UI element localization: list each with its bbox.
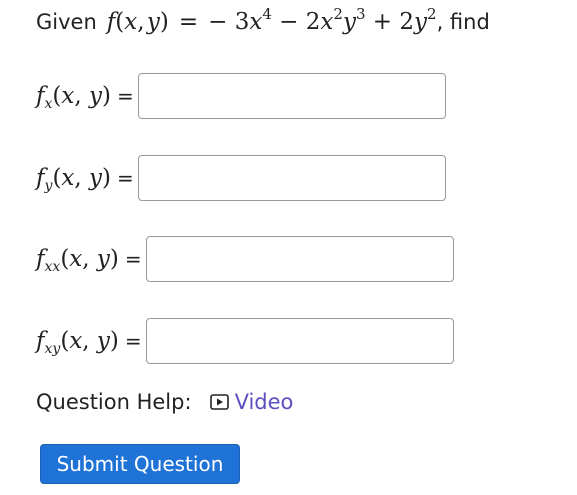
function-expression: − 3x4 − 2x2y3 + 2y2 [208,5,437,35]
answer-row-fxy: fxy(x, y) = [36,317,454,365]
function-lhs: f(x, y) [106,9,169,35]
equals-sign: = [124,247,142,271]
label-fxy: fxy(x, y) [36,328,119,357]
equals-sign: = [124,329,142,353]
video-link-label: Video [234,390,294,414]
question-help-label: Question Help: [36,390,192,414]
fy-answer-input[interactable] [137,155,446,201]
equals-sign: = [117,166,134,190]
answer-row-fx: fx(x, y) = [36,72,446,120]
answer-row-fy: fy(x, y) = [36,154,446,202]
answer-row-fxx: fxx(x, y) = [36,235,454,283]
label-fxx: fxx(x, y) [36,246,119,275]
label-fx: fx(x, y) [36,83,111,112]
problem-statement: Given f(x, y) = − 3x4 − 2x2y3 + 2y2 , fi… [36,4,490,40]
function-equals: = [178,9,199,35]
video-help-link[interactable]: Video [209,390,294,414]
fx-answer-input[interactable] [137,73,446,119]
submit-question-button[interactable]: Submit Question [40,444,240,484]
fxy-answer-input[interactable] [145,318,454,364]
play-icon [209,394,229,410]
problem-suffix: , find [436,10,490,34]
problem-intro: Given [36,10,97,34]
equals-sign: = [117,84,134,108]
label-fy: fy(x, y) [36,165,112,194]
question-help: Question Help: Video [36,384,293,420]
fxx-answer-input[interactable] [145,236,454,282]
